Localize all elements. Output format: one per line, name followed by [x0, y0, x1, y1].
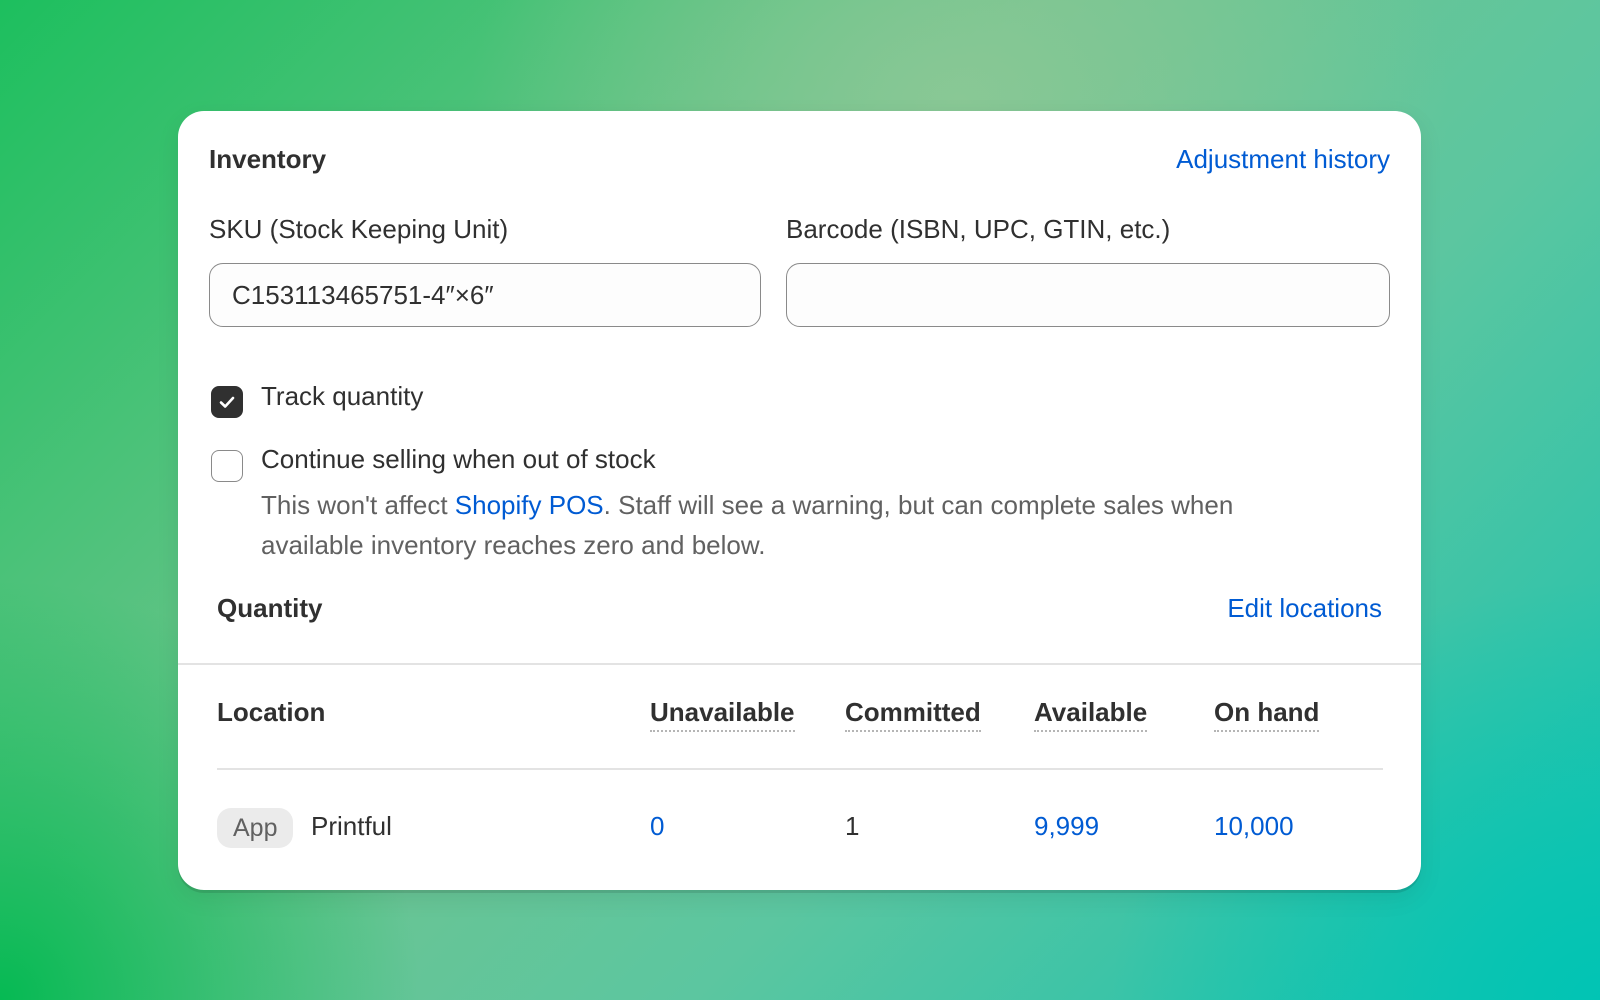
sku-label: SKU (Stock Keeping Unit) — [209, 214, 509, 244]
column-header-location: Location — [217, 697, 326, 727]
barcode-input[interactable] — [786, 263, 1390, 327]
quantity-title: Quantity — [217, 593, 323, 623]
shopify-pos-link[interactable]: Shopify POS — [455, 490, 604, 520]
unavailable-value[interactable]: 0 — [650, 811, 664, 842]
committed-value: 1 — [845, 811, 860, 841]
adjustment-history-link[interactable]: Adjustment history — [1176, 144, 1390, 175]
inventory-card: Inventory Adjustment history SKU (Stock … — [178, 111, 1421, 890]
continue-selling-checkbox[interactable] — [211, 450, 243, 482]
help-text-prefix: This won't affect — [261, 490, 455, 520]
column-header-on-hand[interactable]: On hand — [1214, 697, 1320, 732]
column-header-unavailable[interactable]: Unavailable — [650, 697, 795, 732]
sku-input[interactable] — [209, 263, 761, 327]
table-header-divider — [217, 768, 1383, 770]
on-hand-value[interactable]: 10,000 — [1214, 811, 1294, 842]
track-quantity-label[interactable]: Track quantity — [261, 381, 423, 412]
column-header-available[interactable]: Available — [1034, 697, 1148, 732]
checkmark-icon — [219, 396, 235, 408]
edit-locations-link[interactable]: Edit locations — [1227, 593, 1382, 624]
barcode-label: Barcode (ISBN, UPC, GTIN, etc.) — [786, 214, 1171, 244]
location-name: Printful — [311, 811, 392, 841]
column-header-committed[interactable]: Committed — [845, 697, 981, 732]
continue-selling-help-text: This won't affect Shopify POS. Staff wil… — [261, 485, 1321, 565]
section-divider — [178, 663, 1421, 665]
app-badge: App — [217, 808, 294, 848]
continue-selling-label[interactable]: Continue selling when out of stock — [261, 444, 656, 475]
available-value[interactable]: 9,999 — [1034, 811, 1099, 842]
inventory-title: Inventory — [209, 144, 327, 174]
track-quantity-checkbox[interactable] — [211, 386, 243, 418]
